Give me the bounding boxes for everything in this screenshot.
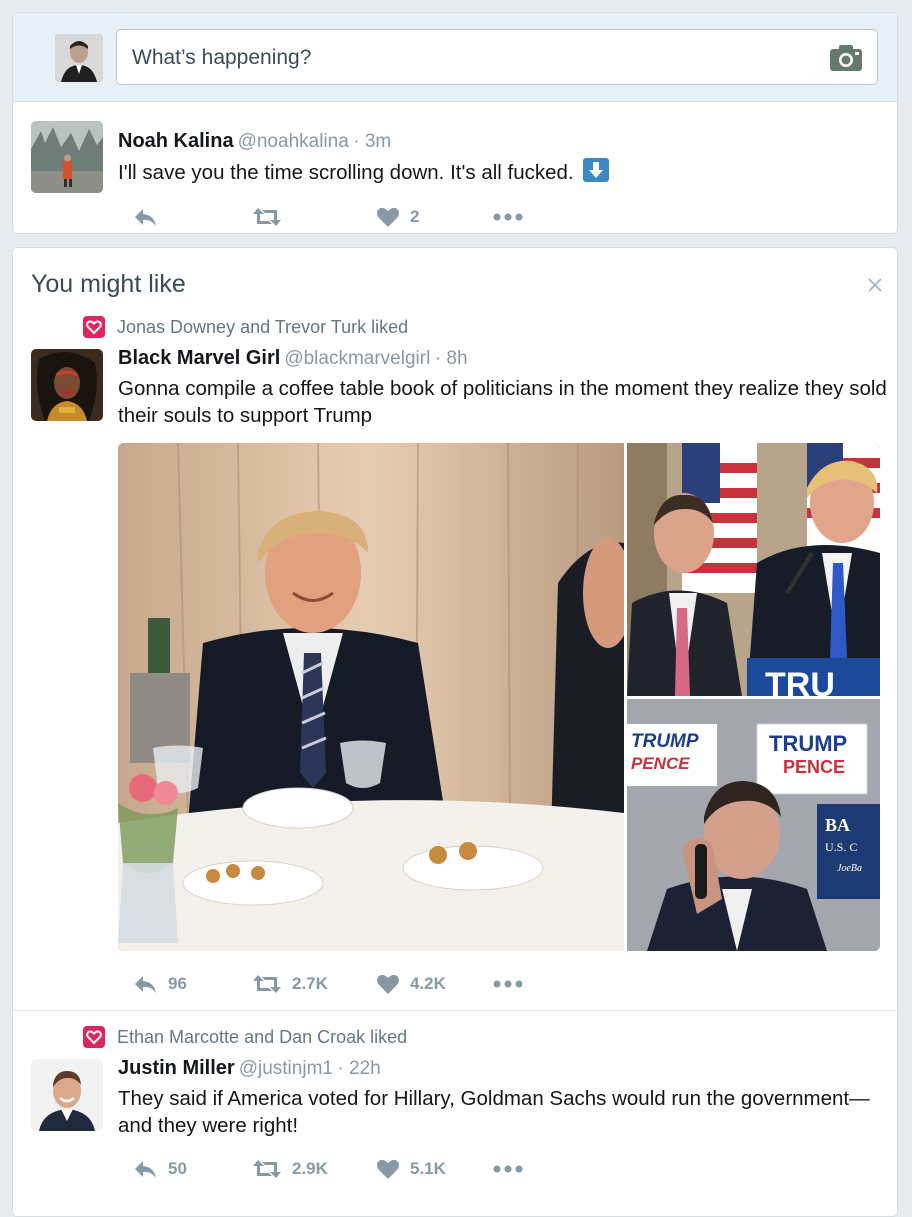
retweet-button[interactable]: 2.7K [252, 969, 328, 999]
like-count: 2 [410, 207, 420, 226]
like-button[interactable]: 2 [376, 202, 419, 232]
reply-button[interactable]: 96 [132, 969, 187, 999]
liked-by-text[interactable]: Jonas Downey and Trevor Turk liked [117, 317, 408, 338]
retweet-count: 2.7K [292, 974, 328, 993]
tweet-avatar[interactable] [31, 121, 103, 193]
tweet-composer: What’s happening? [13, 13, 897, 102]
author-name[interactable]: Noah Kalina [118, 130, 234, 152]
tweet-actions: 96 2.7K 4.2K [118, 969, 618, 999]
sign-text: PENCE [783, 757, 845, 777]
tweet-text: They said if America voted for Hillary, … [118, 1087, 870, 1137]
camera-icon[interactable] [829, 44, 863, 72]
sign-text: U.S. C [825, 840, 857, 854]
tweet-text: I'll save you the time scrolling down. I… [118, 158, 888, 186]
tweet-time[interactable]: · 3m [353, 131, 391, 152]
tweet-body: I'll save you the time scrolling down. I… [118, 161, 574, 184]
like-button[interactable]: 5.1K [376, 1154, 446, 1184]
author-name[interactable]: Black Marvel Girl [118, 347, 280, 369]
photo-phone-call[interactable]: TRUMP PENCE TRUMP PENCE BA U.S. C JoeBa [627, 699, 880, 951]
author-handle[interactable]: @justinjm1 [239, 1058, 333, 1079]
sign-text: JoeBa [837, 863, 862, 874]
retweet-icon [253, 1160, 281, 1178]
sign-text: TRUMP [631, 731, 699, 752]
tweet-time[interactable]: · 22h [337, 1058, 380, 1079]
reply-button[interactable] [132, 202, 168, 232]
tweet-avatar[interactable] [31, 1059, 103, 1131]
more-button[interactable] [493, 969, 523, 999]
tweet-header: Noah Kalina @noahkalina · 3m [118, 130, 391, 153]
tweet-actions: 2 [118, 202, 618, 232]
user-avatar[interactable] [55, 34, 103, 82]
like-count: 4.2K [410, 974, 446, 993]
tweet-actions: 50 2.9K 5.1K [118, 1154, 618, 1184]
retweet-count: 2.9K [292, 1159, 328, 1178]
sign-text: PENCE [631, 754, 690, 773]
photo-dinner[interactable] [118, 443, 624, 951]
sign-text: TRUMP [769, 731, 847, 756]
more-button[interactable] [493, 1154, 523, 1184]
like-button[interactable]: 4.2K [376, 969, 446, 999]
heart-icon [377, 974, 399, 994]
reply-count: 50 [168, 1159, 187, 1178]
divider [13, 1010, 897, 1011]
author-handle[interactable]: @blackmarvelgirl [284, 348, 430, 369]
tweet-header: Black Marvel Girl @blackmarvelgirl · 8h [118, 347, 468, 370]
more-dots-icon [493, 213, 523, 221]
compose-placeholder: What’s happening? [132, 46, 312, 69]
you-might-like-card: You might like Jonas Downey and Trevor T… [12, 247, 898, 1217]
more-button[interactable] [493, 202, 523, 232]
liked-by-text[interactable]: Ethan Marcotte and Dan Croak liked [117, 1027, 407, 1048]
reply-icon [135, 209, 156, 226]
tweet-time[interactable]: · 8h [435, 348, 468, 369]
timeline-card: What’s happening? Noah Kalina @noahkalin… [12, 12, 898, 234]
tweet-text: Gonna compile a coffee table book of pol… [118, 377, 887, 427]
reply-button[interactable]: 50 [132, 1154, 187, 1184]
tweet-avatar[interactable] [31, 349, 103, 421]
podium-sign-text: TRU [765, 666, 835, 696]
section-title: You might like [31, 270, 186, 298]
photo-grid: TRU TRUMP PENCE TRUMP PENCE BA U.S. C Jo… [118, 443, 880, 951]
liked-heart-icon [83, 316, 105, 338]
author-handle[interactable]: @noahkalina [238, 131, 349, 152]
heart-icon [377, 207, 399, 227]
author-name[interactable]: Justin Miller [118, 1057, 235, 1079]
reply-icon [135, 1161, 156, 1178]
sign-text: BA [825, 815, 850, 835]
social-context: Jonas Downey and Trevor Turk liked [83, 314, 408, 340]
reply-icon [135, 976, 156, 993]
tweet-header: Justin Miller @justinjm1 · 22h [118, 1057, 381, 1080]
retweet-icon [253, 975, 281, 993]
down-arrow-emoji-icon [583, 158, 610, 182]
retweet-icon [253, 208, 281, 226]
close-icon[interactable] [868, 278, 882, 292]
like-count: 5.1K [410, 1159, 446, 1178]
social-context: Ethan Marcotte and Dan Croak liked [83, 1024, 407, 1050]
more-dots-icon [493, 980, 523, 988]
retweet-button[interactable] [252, 202, 292, 232]
more-dots-icon [493, 1165, 523, 1173]
photo-podium[interactable]: TRU [627, 443, 880, 696]
heart-icon [377, 1159, 399, 1179]
liked-heart-icon [83, 1026, 105, 1048]
reply-count: 96 [168, 974, 187, 993]
compose-input[interactable]: What’s happening? [116, 29, 878, 85]
retweet-button[interactable]: 2.9K [252, 1154, 328, 1184]
